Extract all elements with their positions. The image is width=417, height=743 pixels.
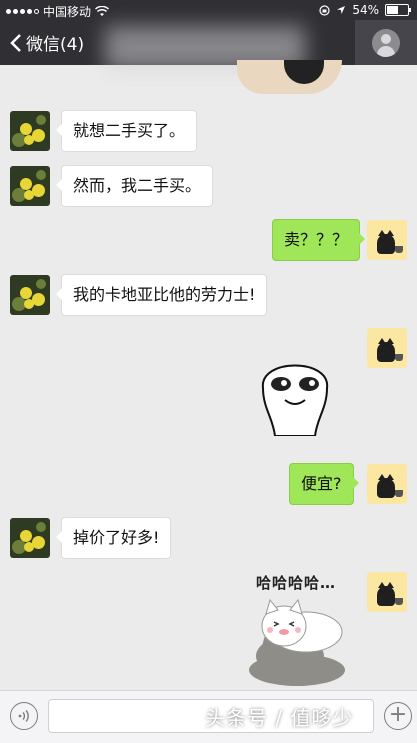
sticker-caption: 哈哈哈哈… xyxy=(256,574,337,592)
my-avatar[interactable] xyxy=(367,572,407,612)
smiling-face-sticker[interactable] xyxy=(257,348,333,436)
chevron-left-icon xyxy=(10,33,21,52)
watermark: 头条号 / 值哆少 xyxy=(205,706,354,730)
plus-icon: + xyxy=(388,702,408,727)
person-icon xyxy=(372,28,400,57)
status-bar: 中国移动 54% xyxy=(0,0,417,20)
contact-avatar[interactable] xyxy=(10,111,50,151)
message-bubble-incoming[interactable]: 掉价了好多! xyxy=(55,517,172,559)
my-avatar[interactable] xyxy=(367,464,407,504)
back-button[interactable]: 微信(4) xyxy=(10,30,84,55)
voice-icon xyxy=(18,710,29,722)
lock-rotation-icon xyxy=(319,4,330,16)
contact-avatar[interactable] xyxy=(10,275,50,315)
message-bubble-incoming[interactable]: 就想二手买了。 xyxy=(55,110,198,152)
plus-button[interactable]: + xyxy=(384,702,412,730)
carrier-name: 中国移动 xyxy=(43,5,92,19)
my-avatar[interactable] xyxy=(367,328,407,368)
my-avatar[interactable] xyxy=(367,220,407,260)
message-bubble-outgoing[interactable]: 卖？？？ xyxy=(272,219,366,261)
location-arrow-icon xyxy=(337,6,346,14)
wifi-icon xyxy=(95,6,110,16)
signal-strength-icon xyxy=(6,9,39,14)
battery-icon xyxy=(385,4,411,16)
message-bubble-incoming[interactable]: 然而，我二手买。 xyxy=(55,165,214,207)
back-label: 微信(4) xyxy=(26,35,85,55)
battery-percent: 54% xyxy=(352,3,379,17)
partial-sticker xyxy=(237,60,342,94)
chat-info-button[interactable] xyxy=(355,20,417,65)
contact-avatar[interactable] xyxy=(10,518,50,558)
contact-avatar[interactable] xyxy=(10,166,50,206)
message-bubble-outgoing[interactable]: 便宜? xyxy=(289,463,358,505)
message-bubble-incoming[interactable]: 我的卡地亚比他的劳力士! xyxy=(55,274,268,316)
voice-button[interactable] xyxy=(10,702,38,730)
